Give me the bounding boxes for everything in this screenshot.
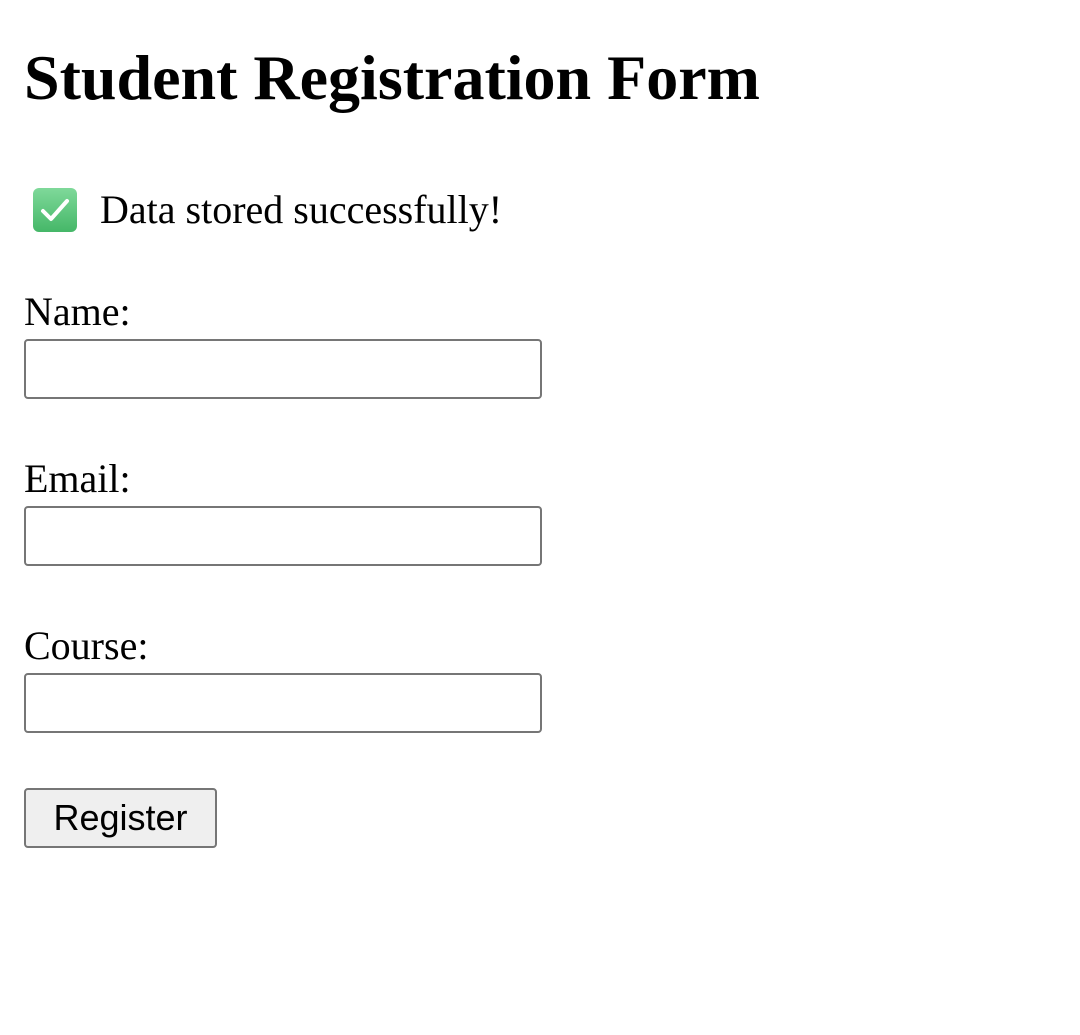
name-label: Name: [24, 289, 131, 334]
email-label: Email: [24, 456, 131, 501]
name-input[interactable] [24, 339, 542, 399]
course-input[interactable] [24, 673, 542, 733]
success-message-text: Data stored successfully! [100, 187, 503, 232]
course-label: Course: [24, 623, 149, 668]
email-input[interactable] [24, 506, 542, 566]
check-mark-icon [32, 187, 78, 233]
success-message: Data stored successfully! [32, 186, 502, 234]
page-title: Student Registration Form [24, 42, 760, 113]
register-button[interactable]: Register [24, 788, 217, 848]
